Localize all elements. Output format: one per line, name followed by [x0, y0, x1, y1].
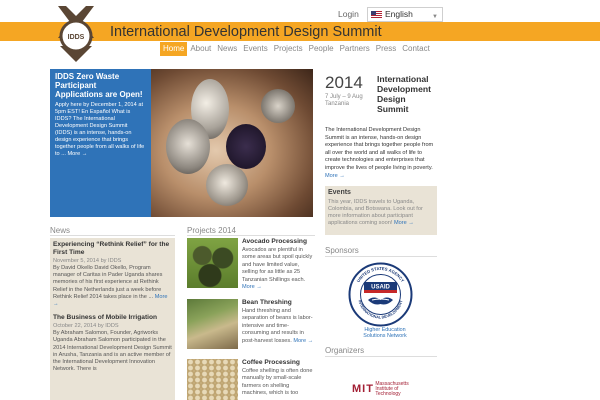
project-text: Bean Threshing Hand threshing and separa… [242, 299, 315, 345]
tin-can-shape [261, 89, 295, 123]
summit-more-link[interactable]: More → [325, 173, 345, 179]
mit-text: Massachusetts Institute of Technology [375, 381, 409, 397]
feature-panel[interactable]: IDDS Zero Waste Participant Applications… [50, 69, 151, 217]
tin-can-shape [166, 119, 210, 174]
project-body: Coffee shelling is often done manually b… [242, 368, 313, 397]
nav-item-partners[interactable]: Partners [337, 42, 373, 56]
news-list: Experiencing “Rethink Relief” for the Fi… [50, 238, 175, 400]
events-title[interactable]: Events [328, 189, 434, 196]
events-body: This year, IDDS travels to Uganda, Colom… [328, 199, 423, 226]
feature-title[interactable]: IDDS Zero Waste Participant Applications… [55, 72, 146, 99]
nav-item-events[interactable]: Events [240, 42, 270, 56]
project-item: Avocado Processing Avocados are plentifu… [187, 238, 315, 290]
project-title[interactable]: Bean Threshing [242, 299, 315, 307]
nav-item-home[interactable]: Home [160, 42, 188, 56]
tin-can-shape [226, 124, 266, 169]
news-item: The Business of Mobile Irrigation Octobe… [53, 314, 172, 373]
solutions-network-logo[interactable]: Higher Education Solutions Network [350, 327, 420, 339]
news-body: By David Okello David Okello, Program ma… [53, 265, 168, 308]
login-link[interactable]: Login [338, 9, 359, 19]
site-title[interactable]: International Development Design Summit [110, 24, 382, 40]
language-value: English [385, 9, 413, 19]
avocado-photo[interactable] [187, 238, 238, 288]
feature-photo[interactable] [151, 69, 313, 217]
divider [187, 235, 315, 236]
nav-item-projects[interactable]: Projects [271, 42, 306, 56]
project-body: Avocados are plentiful in some areas but… [242, 247, 313, 291]
main-nav: Home About News Events Projects People Partner… [160, 42, 433, 56]
mit-logo[interactable]: MIT Massachusetts Institute of Technolog… [352, 382, 413, 397]
sponsors-heading: Sponsors [325, 246, 359, 255]
summit-label: International Development Design Summit [377, 74, 431, 114]
nav-item-about[interactable]: About [187, 42, 214, 56]
project-title[interactable]: Avocado Processing [242, 238, 315, 246]
bean-threshing-photo[interactable] [187, 299, 238, 349]
chevron-down-icon: ▼ [432, 14, 438, 20]
projects-heading[interactable]: Projects 2014 [187, 226, 236, 235]
project-more-link[interactable]: More → [293, 338, 313, 344]
nav-item-press[interactable]: Press [373, 42, 399, 56]
summit-year: 2014 [325, 73, 363, 92]
project-title[interactable]: Coffee Processing [242, 359, 315, 367]
usaid-seal[interactable]: UNITED STATES AGENCY INTERNATIONAL DEVEL… [348, 262, 413, 327]
news-heading[interactable]: News [50, 226, 70, 235]
language-select[interactable]: English ▼ [367, 7, 443, 22]
organizers-heading: Organizers [325, 346, 365, 355]
news-title[interactable]: Experiencing “Rethink Relief” for the Fi… [53, 241, 172, 257]
nav-item-contact[interactable]: Contact [399, 42, 433, 56]
summit-dates: 7 July – 9 Aug Tanzania [325, 94, 363, 107]
project-text: Coffee Processing Coffee shelling is oft… [242, 359, 315, 398]
news-date: October 22, 2014 by IDDS [53, 323, 119, 330]
news-date: November 5, 2014 by IDDS [53, 258, 122, 264]
tin-can-shape [206, 164, 248, 206]
divider [325, 356, 437, 357]
divider [50, 235, 175, 236]
project-item: Coffee Processing Coffee shelling is oft… [187, 359, 315, 400]
idds-logo[interactable]: IDDS [52, 2, 100, 62]
nav-item-people[interactable]: People [306, 42, 337, 56]
logo-letters: IDDS [68, 34, 85, 41]
feature-body: Apply here by December 1, 2014 at 5pm ES… [55, 102, 145, 157]
nav-item-news[interactable]: News [214, 42, 240, 56]
events-more-link[interactable]: More → [394, 220, 414, 226]
events-box: Events This year, IDDS travels to Uganda… [325, 186, 437, 235]
feature-more-link[interactable]: More → [67, 151, 87, 157]
coffee-beans-photo[interactable] [187, 359, 238, 400]
project-body: Hand threshing and separation of beans i… [242, 308, 314, 344]
project-text: Avocado Processing Avocados are plentifu… [242, 238, 315, 291]
seal-name: USAID [371, 285, 390, 291]
us-flag-icon [371, 11, 382, 18]
news-item: Experiencing “Rethink Relief” for the Fi… [53, 241, 172, 308]
divider [325, 256, 437, 257]
project-item: Bean Threshing Hand threshing and separa… [187, 299, 315, 351]
project-more-link[interactable]: More → [242, 284, 262, 290]
news-title[interactable]: The Business of Mobile Irrigation [53, 314, 172, 322]
mit-mark: MIT [352, 383, 374, 395]
news-body: By Abraham Salomon, Founder, Agriworks U… [53, 330, 172, 373]
summit-about: The International Development Design Sum… [325, 127, 434, 179]
